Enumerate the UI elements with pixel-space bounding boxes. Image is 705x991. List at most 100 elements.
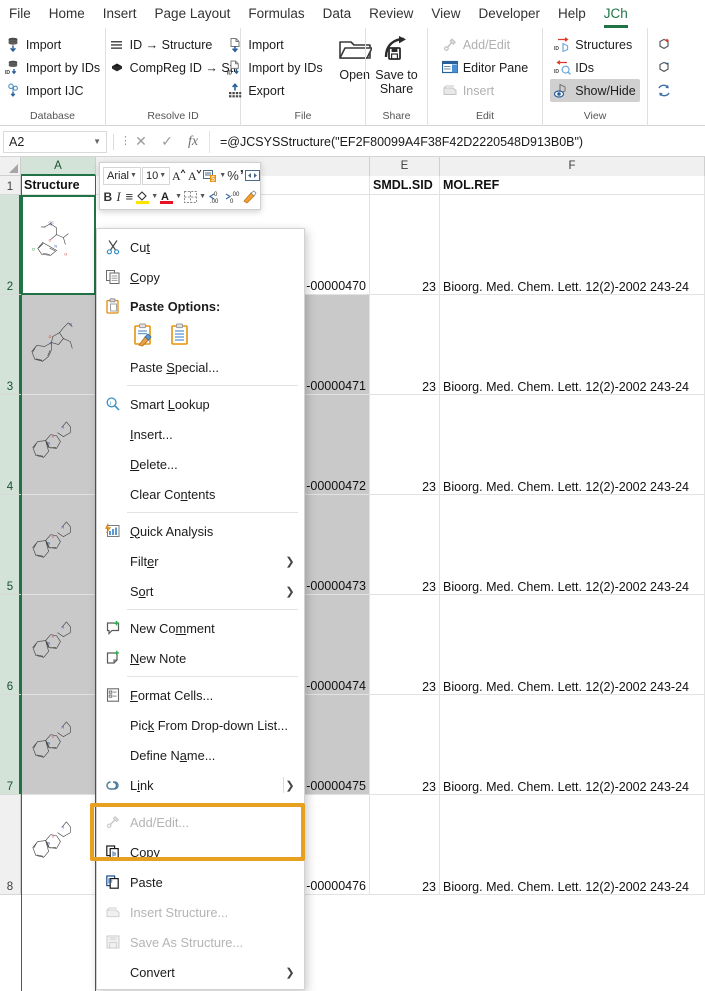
cell-e8[interactable]: 23 <box>370 795 440 895</box>
tab-view[interactable]: View <box>422 0 469 28</box>
select-all-corner[interactable] <box>0 157 21 176</box>
tab-insert[interactable]: Insert <box>94 0 146 28</box>
name-box[interactable]: A2 ▼ <box>3 131 107 153</box>
cell-e6[interactable]: 23 <box>370 595 440 695</box>
ribbon-button-compreg-id-str[interactable]: CompReg ID → Str <box>105 56 242 79</box>
cell-a5[interactable]: NON <box>21 495 96 595</box>
cell-context-menu[interactable]: CutCopyPaste Options:Paste Special...iSm… <box>96 228 305 990</box>
tab-developer[interactable]: Developer <box>469 0 549 28</box>
increase-decimal-icon[interactable]: 0.00 <box>207 187 223 206</box>
align-icon[interactable]: ≡ <box>124 187 134 206</box>
cell-f7[interactable]: Bioorg. Med. Chem. Lett. 12(2)-2002 243-… <box>440 695 705 795</box>
accounting-format-chevron-down-icon[interactable]: ▼ <box>219 172 226 179</box>
chevron-right-icon[interactable]: ❯ <box>284 555 296 568</box>
font-color-icon[interactable]: A <box>159 187 174 206</box>
menu-item-sort[interactable]: Sort❯ <box>97 576 304 606</box>
row-header-6[interactable]: 6 <box>0 595 21 695</box>
cell-a6[interactable]: NON <box>21 595 96 695</box>
fill-color-chevron-down-icon[interactable]: ▼ <box>151 193 158 200</box>
column-header-f[interactable]: F <box>440 157 705 176</box>
percent-style-icon[interactable]: % <box>227 166 239 185</box>
borders-icon[interactable] <box>183 187 198 206</box>
ribbon-button-save-to-share[interactable]: Save toShare <box>369 33 425 96</box>
ribbon-button-export[interactable]: Export <box>223 79 326 102</box>
menu-item-filter[interactable]: Filter❯ <box>97 546 304 576</box>
cell-f1[interactable]: MOL.REF <box>440 176 705 195</box>
mini-formatting-toolbar[interactable]: Arial ▼ 10 ▼ A A $ ▼ % ’ B <box>99 162 261 210</box>
tab-file[interactable]: File <box>0 0 40 28</box>
row-header-5[interactable]: 5 <box>0 495 21 595</box>
menu-item-jchem-paste[interactable]: Paste <box>97 867 304 897</box>
cell-a8[interactable]: NON <box>21 795 96 895</box>
cell-a4[interactable]: NON <box>21 395 96 495</box>
menu-item-delete[interactable]: Delete... <box>97 449 304 479</box>
row-header-2[interactable]: 2 <box>0 195 21 295</box>
borders-chevron-down-icon[interactable]: ▼ <box>199 193 206 200</box>
merge-center-icon[interactable] <box>245 166 260 185</box>
comma-style-icon[interactable]: ’ <box>240 166 244 185</box>
menu-item-clear-contents[interactable]: Clear Contents <box>97 479 304 509</box>
row-header-4[interactable]: 4 <box>0 395 21 495</box>
fill-color-icon[interactable] <box>135 187 150 206</box>
ribbon-button-refresh-icon[interactable] <box>652 79 681 102</box>
chevron-down-icon[interactable]: ▼ <box>129 172 138 179</box>
ribbon-button-zoom-in-structure-icon[interactable] <box>652 33 681 56</box>
ribbon-button-import[interactable]: Import <box>1 33 104 56</box>
ribbon-button-show-hide[interactable]: Show/Hide <box>550 79 639 102</box>
menu-item-new-note[interactable]: New Note <box>97 643 304 673</box>
cancel-formula-icon[interactable]: ✕ <box>128 131 154 153</box>
tab-review[interactable]: Review <box>360 0 422 28</box>
cell-f3[interactable]: Bioorg. Med. Chem. Lett. 12(2)-2002 243-… <box>440 295 705 395</box>
menu-item-jchem-copy[interactable]: Copy <box>97 837 304 867</box>
ribbon-button-editor-pane[interactable]: Editor Pane <box>438 56 532 79</box>
ribbon-button-ids[interactable]: IDIDs <box>550 56 639 79</box>
menu-item-quick-analysis[interactable]: Quick Analysis <box>97 516 304 546</box>
column-header-a[interactable]: A <box>21 157 96 176</box>
menu-item-cut[interactable]: Cut <box>97 232 304 262</box>
menu-item-link[interactable]: Link❯ <box>97 770 304 800</box>
menu-item-paste-options[interactable]: Paste Options: <box>97 292 304 320</box>
ribbon-button-zoom-out-structure-icon[interactable] <box>652 56 681 79</box>
menu-item-copy[interactable]: Copy <box>97 262 304 292</box>
menu-item-format-cells[interactable]: Format Cells... <box>97 680 304 710</box>
insert-function-icon[interactable]: fx <box>180 131 206 153</box>
chevron-down-icon[interactable]: ▼ <box>93 137 101 146</box>
cell-f8[interactable]: Bioorg. Med. Chem. Lett. 12(2)-2002 243-… <box>440 795 705 895</box>
menu-item-insert[interactable]: Insert... <box>97 419 304 449</box>
ribbon-button-import-by-ids[interactable]: IDImport by IDs <box>223 56 326 79</box>
cell-e3[interactable]: 23 <box>370 295 440 395</box>
font-size-combo[interactable]: 10 ▼ <box>142 167 170 185</box>
chevron-down-icon[interactable]: ▼ <box>158 172 167 179</box>
accounting-format-icon[interactable]: $ <box>203 166 218 185</box>
row-header-8[interactable]: 8 <box>0 795 21 895</box>
tab-jch[interactable]: JCh <box>595 0 637 28</box>
cell-e1[interactable]: SMDL.SID <box>370 176 440 195</box>
row-header-1[interactable]: 1 <box>0 176 21 195</box>
menu-item-paste-special[interactable]: Paste Special... <box>97 352 304 382</box>
menu-item-pick-from-list[interactable]: Pick From Drop-down List... <box>97 710 304 740</box>
tab-page-layout[interactable]: Page Layout <box>146 0 240 28</box>
cell-a7[interactable]: NON <box>21 695 96 795</box>
tab-data[interactable]: Data <box>314 0 361 28</box>
italic-icon[interactable]: I <box>114 187 124 206</box>
confirm-formula-icon[interactable]: ✓ <box>154 131 180 153</box>
bold-icon[interactable]: B <box>103 187 113 206</box>
chevron-right-icon[interactable]: ❯ <box>284 966 296 979</box>
ribbon-button-import-ijc[interactable]: Import IJC <box>1 79 104 102</box>
font-name-combo[interactable]: Arial ▼ <box>103 167 141 185</box>
decrease-decimal-icon[interactable]: .000 <box>224 187 240 206</box>
formula-bar-grip[interactable]: ⋮ <box>120 137 128 146</box>
cell-f4[interactable]: Bioorg. Med. Chem. Lett. 12(2)-2002 243-… <box>440 395 705 495</box>
row-header-3[interactable]: 3 <box>0 295 21 395</box>
tab-help[interactable]: Help <box>549 0 595 28</box>
format-painter-icon[interactable] <box>241 187 257 206</box>
chevron-right-icon[interactable]: ❯ <box>284 585 296 598</box>
cell-f6[interactable]: Bioorg. Med. Chem. Lett. 12(2)-2002 243-… <box>440 595 705 695</box>
menu-item-convert[interactable]: Convert❯ <box>97 957 304 987</box>
cell-e5[interactable]: 23 <box>370 495 440 595</box>
cell-a1[interactable]: Structure <box>21 176 96 195</box>
grow-font-icon[interactable]: A <box>171 166 186 185</box>
menu-item-new-comment[interactable]: New Comment <box>97 613 304 643</box>
cell-f5[interactable]: Bioorg. Med. Chem. Lett. 12(2)-2002 243-… <box>440 495 705 595</box>
cell-a2[interactable]: CH3H3CNONClO <box>21 195 96 295</box>
